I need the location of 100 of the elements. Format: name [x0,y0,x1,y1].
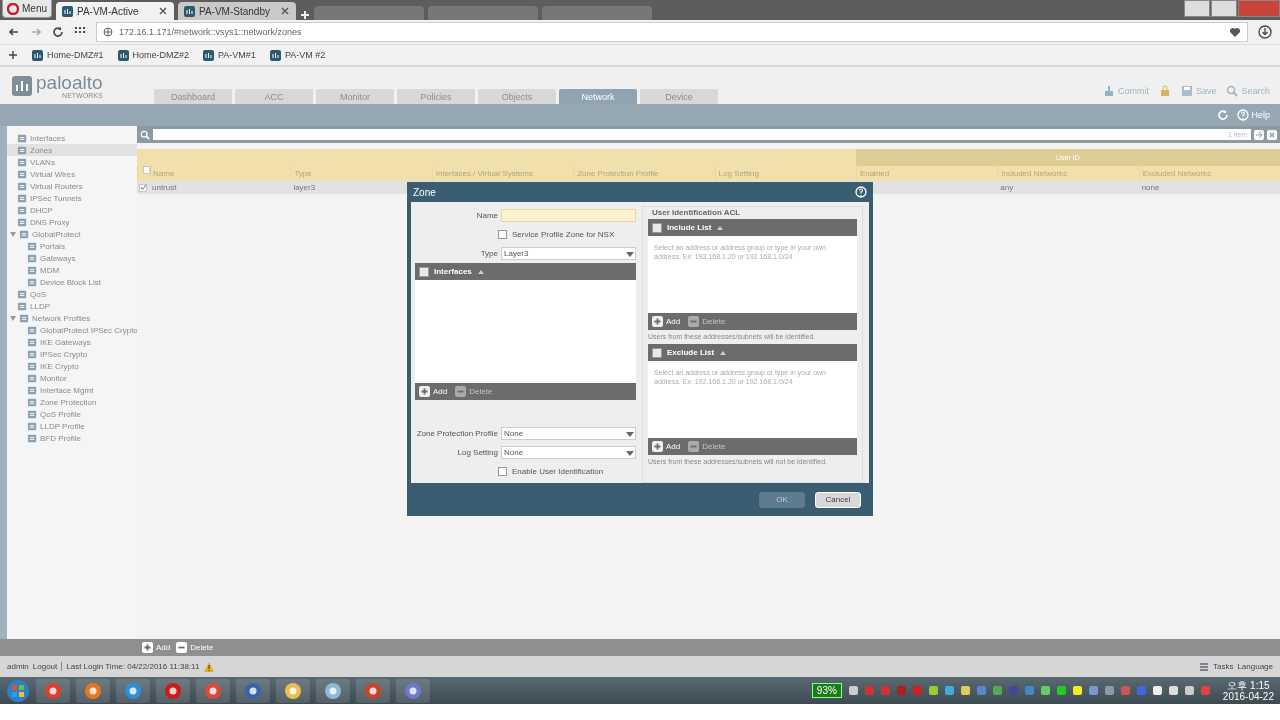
sidebar-item[interactable]: Zones [7,144,137,156]
sidebar-item[interactable]: Zone Protection [17,396,137,408]
taskbar-app-icon[interactable] [276,678,310,703]
sidebar-item[interactable]: GlobalProtect IPSec Crypto [17,324,137,336]
clock-time[interactable]: 오후 1:15 [1227,679,1270,691]
delete-button[interactable]: Delete [176,642,214,653]
sidebar-item[interactable]: IKE Crypto [17,360,137,372]
nav-tab[interactable]: ACC [235,89,313,104]
help-button[interactable]: Help [1237,109,1270,121]
select-all-checkbox[interactable] [652,222,662,233]
save-button[interactable]: Save [1180,84,1217,97]
warning-icon[interactable] [203,660,216,673]
language-link[interactable]: Language [1237,662,1273,671]
clock-date[interactable]: 2016-04-22 [1222,690,1274,702]
system-tray-icons[interactable] [847,685,1211,696]
back-icon[interactable] [8,26,20,38]
taskbar-app-icon[interactable] [236,678,270,703]
taskbar-app-icon[interactable] [316,678,350,703]
nav-tab[interactable]: Dashboard [154,89,232,104]
sidebar-item[interactable]: Interface Mgmt [17,384,137,396]
sidebar-item[interactable]: GlobalProtect [7,228,137,240]
sidebar-item[interactable]: QoS [7,288,137,300]
select-all-checkbox[interactable] [143,166,151,174]
nav-tab[interactable]: Monitor [316,89,394,104]
browser-tab[interactable]: PA-VM-Standby [178,2,296,20]
minimize-button[interactable] [1184,0,1210,17]
download-icon[interactable] [1258,25,1272,39]
apply-filter-icon[interactable] [1254,129,1264,140]
search-icon[interactable] [140,129,150,140]
log-setting-dropdown[interactable]: None [501,446,636,459]
reload-icon[interactable] [52,26,64,38]
restore-button[interactable] [1211,0,1237,17]
taskbar-app-icon[interactable] [196,678,230,703]
bookmark[interactable]: Home-DMZ#1 [32,49,104,61]
column-header[interactable]: Interfaces [434,267,472,276]
help-icon[interactable] [855,186,867,198]
battery-indicator[interactable]: 93% [811,683,842,698]
bookmark[interactable]: PA-VM #2 [269,49,326,61]
sidebar-item[interactable]: Portals [17,240,137,252]
taskbar-app-icon[interactable] [36,678,70,703]
browser-tab[interactable]: PA-VM-Active [56,2,174,20]
delete-button[interactable]: Delete [455,386,493,397]
taskbar-app-icon[interactable] [76,678,110,703]
type-dropdown[interactable]: Layer3 [501,247,636,260]
nav-tab[interactable]: Network [559,89,637,104]
name-field[interactable] [501,209,636,222]
add-button[interactable]: Add [142,642,171,653]
sidebar-item[interactable]: Network Profiles [7,312,137,324]
sidebar-item[interactable]: Virtual Routers [7,180,137,192]
close-icon[interactable] [280,6,290,16]
taskbar-app-icon[interactable] [156,678,190,703]
zone-protection-dropdown[interactable]: None [501,427,636,440]
sidebar-item[interactable]: LLDP [7,300,137,312]
sidebar-item[interactable]: IPSec Tunnels [7,192,137,204]
sidebar-item[interactable]: Device Block List [17,276,137,288]
select-all-checkbox[interactable] [652,347,662,358]
add-button[interactable]: Add [652,441,681,452]
taskbar-app-icon[interactable] [116,678,150,703]
sidebar-item[interactable]: IKE Gateways [17,336,137,348]
sidebar-item[interactable]: IPSec Crypto [17,348,137,360]
sidebar-item[interactable]: DNS Proxy [7,216,137,228]
add-button[interactable]: Add [419,386,448,397]
sidebar-item[interactable]: Monitor [17,372,137,384]
heart-icon[interactable] [1229,26,1241,38]
nav-tab[interactable]: Objects [478,89,556,104]
clear-filter-icon[interactable] [1267,129,1277,140]
close-icon[interactable] [158,6,168,16]
nav-tab[interactable]: Policies [397,89,475,104]
checkbox[interactable] [498,467,507,476]
row-checkbox[interactable] [139,183,147,192]
taskbar-app-icon[interactable] [356,678,390,703]
sidebar-item[interactable]: MDM [17,264,137,276]
sidebar-item[interactable]: VLANs [7,156,137,168]
sidebar-item[interactable]: DHCP [7,204,137,216]
nav-tab[interactable]: Device [640,89,718,104]
bookmark[interactable]: Home-DMZ#2 [117,49,190,61]
commit-button[interactable]: Commit [1102,84,1149,97]
add-bookmark-icon[interactable] [8,50,18,60]
sidebar-item[interactable]: Virtual Wires [7,168,137,180]
sidebar-item[interactable]: Interfaces [7,132,137,144]
sidebar-item[interactable]: LLDP Profile [17,420,137,432]
sidebar-item[interactable]: Gateways [17,252,137,264]
bookmark[interactable]: PA-VM#1 [203,49,256,61]
sidebar-item[interactable]: BFD Profile [17,432,137,444]
column-header[interactable]: Exclude List [667,348,715,357]
checkbox[interactable] [498,230,507,239]
cancel-button[interactable]: Cancel [815,491,861,508]
taskbar-app-icon[interactable] [396,678,430,703]
add-button[interactable]: Add [652,316,681,327]
menu-button[interactable]: Menu [2,0,52,18]
delete-button[interactable]: Delete [688,441,726,452]
logout-link[interactable]: Logout [32,662,58,671]
sidebar-item[interactable]: QoS Profile [17,408,137,420]
refresh-icon[interactable] [1217,109,1230,121]
start-button-icon[interactable] [6,678,30,703]
search-button[interactable]: Search [1226,84,1270,97]
select-all-checkbox[interactable] [419,266,429,277]
delete-button[interactable]: Delete [688,316,726,327]
tasks-link[interactable]: Tasks [1212,662,1234,671]
column-header[interactable]: Include List [667,223,712,232]
